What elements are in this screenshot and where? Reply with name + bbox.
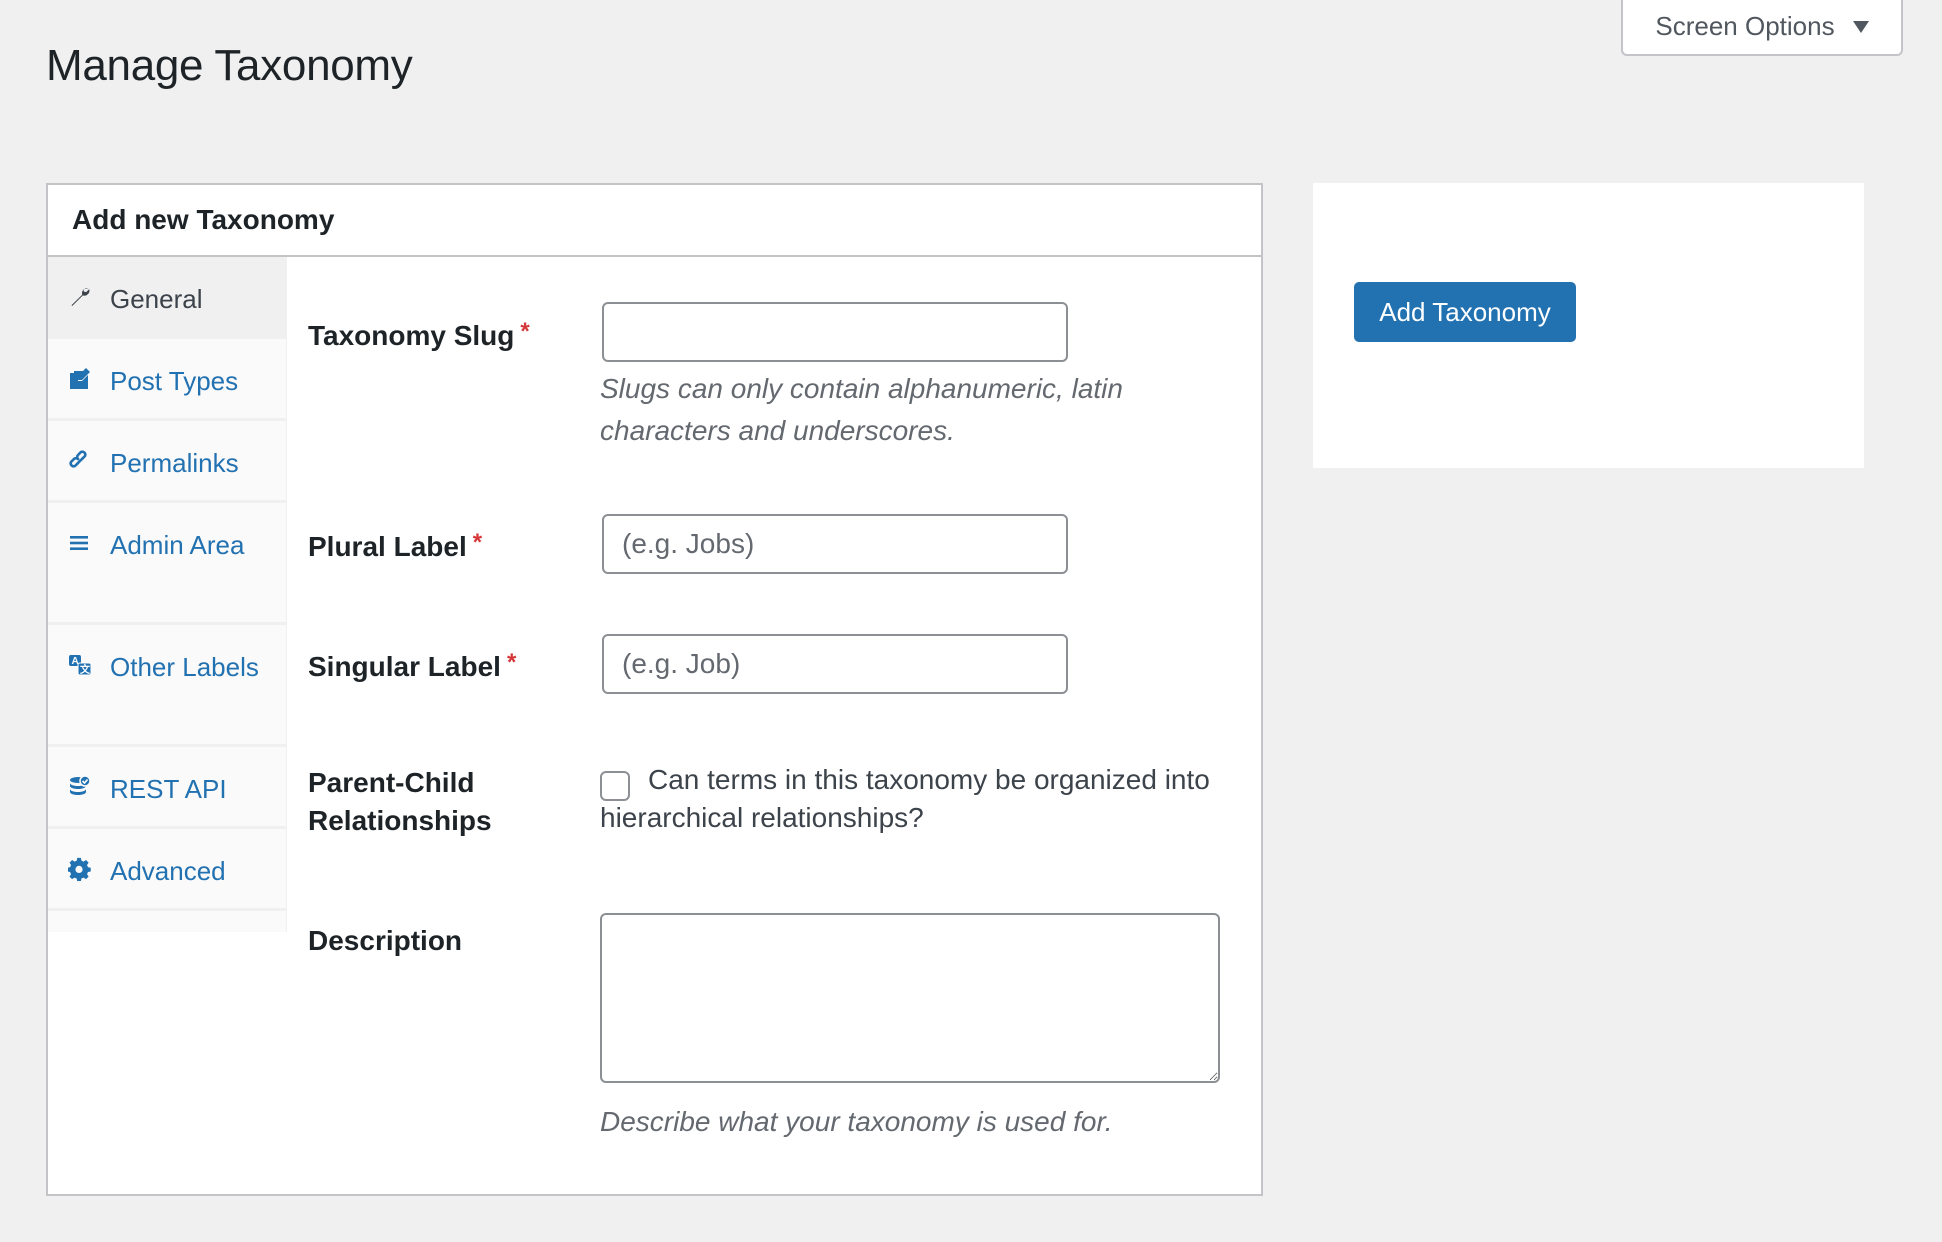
required-marker: * [506,649,517,676]
tab-label: Permalinks [110,448,239,478]
add-taxonomy-button[interactable]: Add Taxonomy [1354,282,1576,342]
tab-post-types[interactable]: Post Types [48,339,286,421]
database-check-icon [68,775,92,799]
tab-label: General [110,284,203,314]
tab-other-labels[interactable]: A文 Other Labels [48,625,286,747]
required-marker: * [520,318,530,345]
hierarchical-checkbox-text: Can terms in this taxonomy be organized … [600,764,1210,833]
tab-rest-api[interactable]: REST API [48,747,286,829]
translation-icon: A文 [68,653,92,677]
tab-advanced[interactable]: Advanced [48,829,286,911]
caret-down-icon [1852,21,1869,33]
publish-panel: Add Taxonomy [1313,183,1864,468]
taxonomy-slug-label: Taxonomy Slug * [308,318,530,351]
page-title: Manage Taxonomy [46,41,413,90]
link-icon [68,449,92,473]
add-taxonomy-panel: Add new Taxonomy General Post Types Perm… [46,183,1263,1196]
hierarchical-checkbox[interactable] [600,771,630,801]
tab-label: Advanced [110,856,226,886]
plural-label-label: Plural Label * [308,529,483,562]
tab-general[interactable]: General [48,257,286,339]
singular-label-input[interactable] [602,634,1068,694]
singular-label-label: Singular Label * [308,649,517,682]
screen-options-button[interactable]: Screen Options [1621,0,1903,56]
tab-label: Admin Area [110,530,245,560]
menu-lines-icon [68,531,92,555]
plural-label-input[interactable] [602,514,1068,574]
panel-title: Add new Taxonomy [48,185,1261,257]
settings-tabs: General Post Types Permalinks Admin Area… [48,257,287,932]
description-label: Description [308,925,463,956]
hierarchical-label: Parent-Child Relationships [308,767,492,836]
tab-label: Other Labels [110,652,259,682]
description-help: Describe what your taxonomy is used for. [600,1106,1113,1137]
screen-options-label: Screen Options [1655,10,1835,41]
tab-permalinks[interactable]: Permalinks [48,421,286,503]
required-marker: * [472,529,483,556]
tab-label: Post Types [110,366,239,396]
taxonomy-slug-input[interactable] [602,302,1068,362]
tab-label: REST API [110,774,227,804]
tab-admin-area[interactable]: Admin Area [48,503,286,625]
description-textarea[interactable] [600,913,1220,1083]
taxonomy-slug-help: Slugs can only contain alphanumeric, lat… [600,373,1123,446]
edit-page-icon [68,367,92,391]
wrench-icon [68,285,92,309]
svg-text:文: 文 [80,663,91,676]
gear-icon [68,857,92,881]
